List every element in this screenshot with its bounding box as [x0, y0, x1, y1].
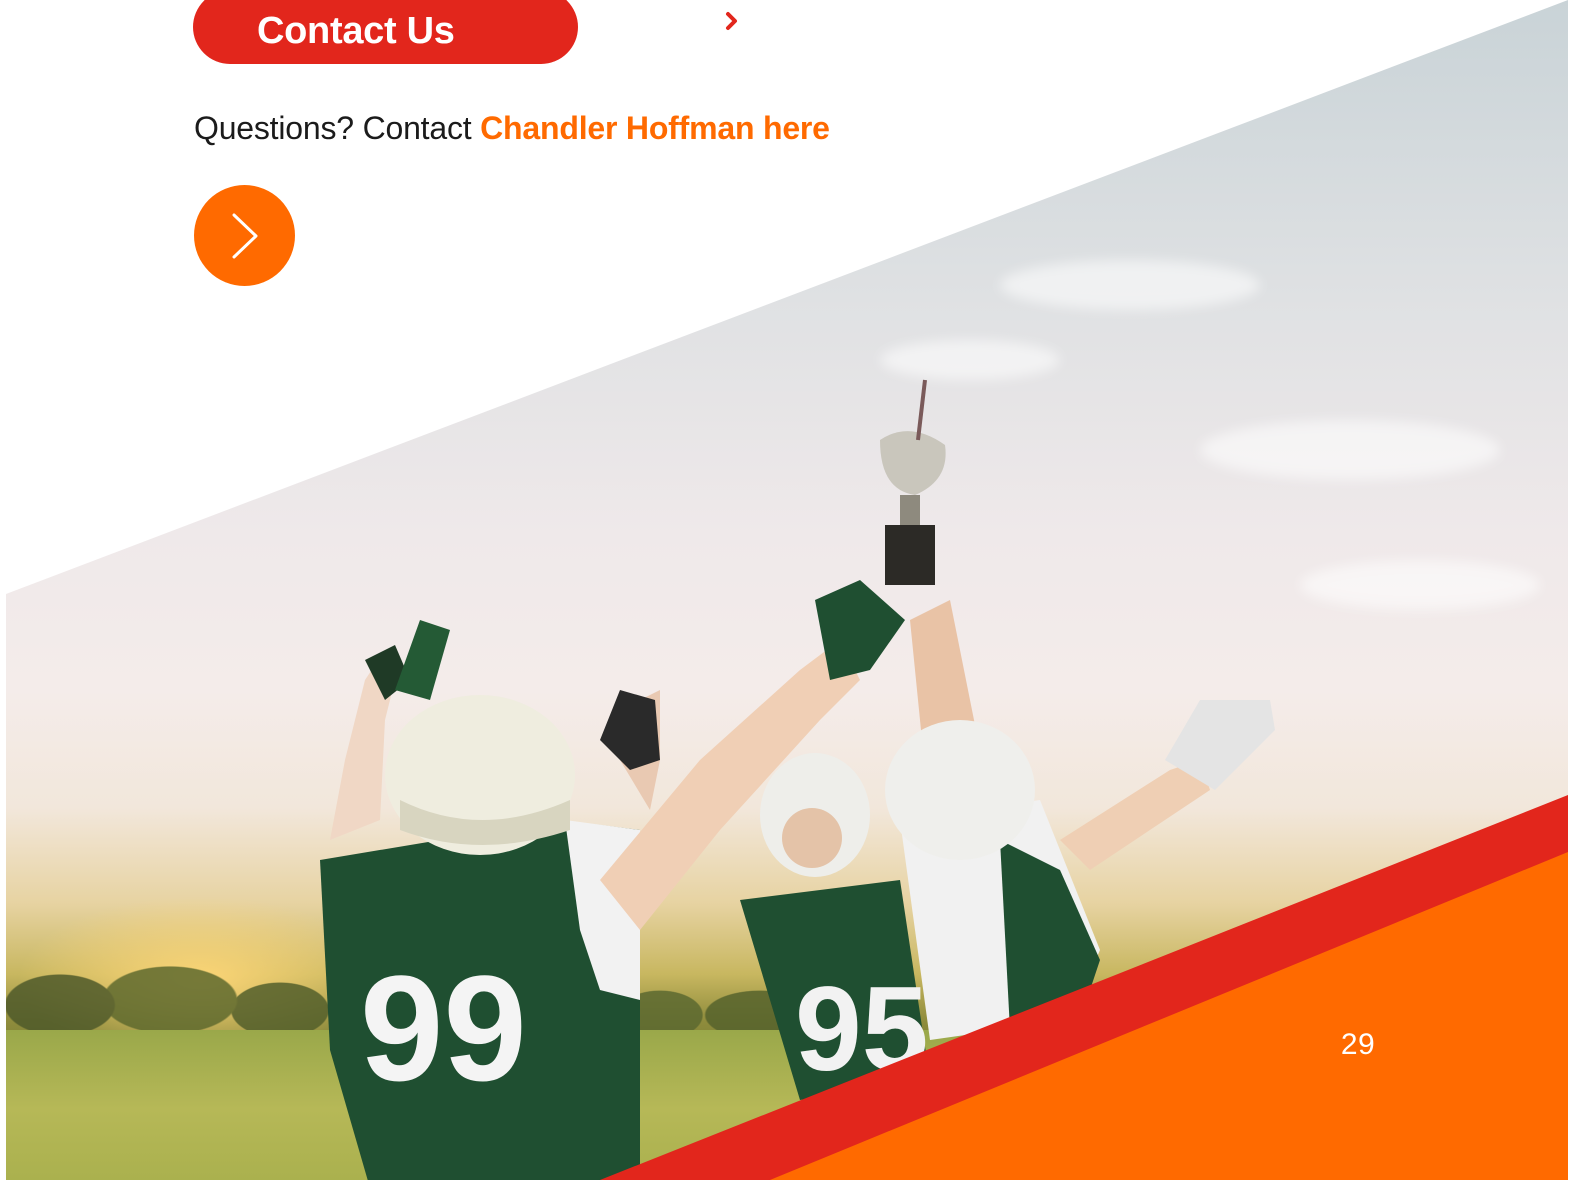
trophy-base	[885, 525, 935, 585]
jersey-number-99: 99	[360, 944, 527, 1112]
glove	[815, 580, 905, 680]
glove	[395, 620, 450, 700]
contact-us-button[interactable]: Contact Us	[193, 0, 753, 64]
trophy-figure	[916, 379, 927, 441]
contact-person-link[interactable]: Chandler Hoffman here	[480, 110, 830, 146]
contact-us-label: Contact Us	[257, 9, 455, 52]
brochure-page: 99 95 29 Contact Us Questions? Contact C…	[0, 0, 1583, 1188]
next-page-button[interactable]	[194, 185, 295, 286]
chevron-right-circle-icon	[708, 0, 753, 43]
chevron-right-icon	[232, 213, 257, 258]
trophy-stem	[900, 495, 920, 525]
raised-arm	[1060, 760, 1210, 870]
trophy-cup	[880, 431, 946, 495]
helmet	[885, 720, 1035, 860]
face	[782, 808, 842, 868]
page-number: 29	[1340, 1028, 1376, 1061]
questions-text: Questions? Contact Chandler Hoffman here	[194, 110, 830, 147]
questions-prefix: Questions? Contact	[194, 110, 481, 146]
glove	[600, 690, 660, 770]
